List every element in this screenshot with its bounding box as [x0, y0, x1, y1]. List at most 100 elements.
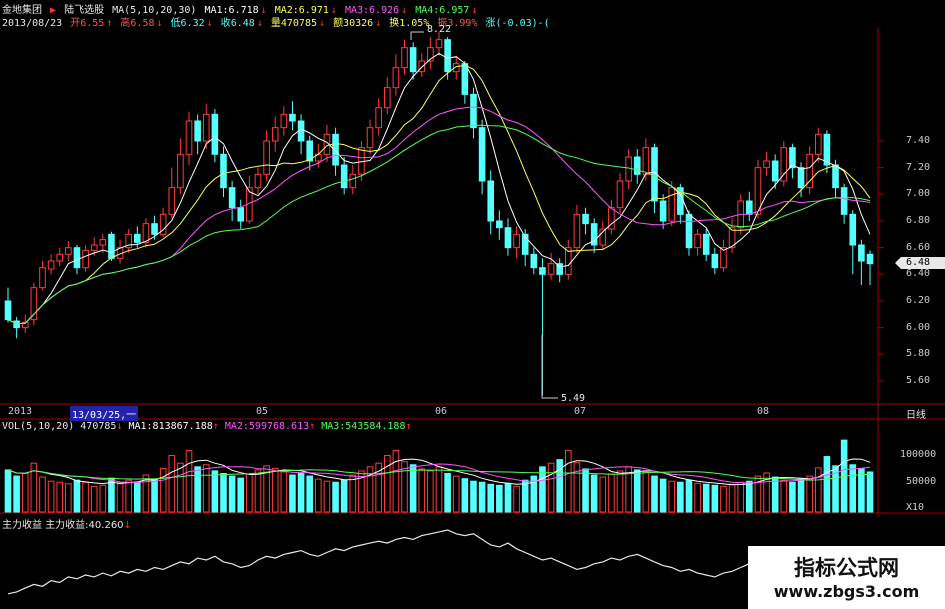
volume-bar[interactable]	[315, 478, 322, 513]
candle-body[interactable]	[435, 39, 443, 49]
volume-bar[interactable]	[13, 475, 20, 513]
volume-bar[interactable]	[306, 475, 314, 513]
volume-bar[interactable]	[271, 467, 279, 513]
volume-bar[interactable]	[694, 482, 701, 513]
candle-body[interactable]	[849, 213, 857, 246]
volume-bar[interactable]	[82, 481, 89, 513]
candle-body[interactable]	[185, 120, 193, 155]
volume-bar[interactable]	[280, 471, 288, 513]
candle-body[interactable]	[823, 133, 831, 166]
candle-body[interactable]	[375, 107, 382, 129]
candle-body[interactable]	[151, 223, 158, 235]
candle-body[interactable]	[573, 213, 581, 249]
volume-bar[interactable]	[194, 466, 201, 513]
volume-bar[interactable]	[211, 470, 219, 513]
volume-bar[interactable]	[133, 481, 141, 513]
candle-body[interactable]	[668, 187, 676, 222]
volume-bar[interactable]	[332, 481, 339, 513]
candle-body[interactable]	[470, 93, 477, 129]
candle-body[interactable]	[797, 167, 805, 189]
candle-body[interactable]	[685, 213, 693, 249]
candle-body[interactable]	[401, 47, 408, 69]
candle-body[interactable]	[228, 187, 236, 209]
volume-bar[interactable]	[642, 471, 650, 513]
candle-body[interactable]	[108, 233, 115, 259]
volume-bar[interactable]	[504, 482, 512, 513]
volume-bar[interactable]	[237, 477, 245, 513]
volume-bar[interactable]	[702, 483, 710, 513]
volume-bar[interactable]	[564, 449, 572, 513]
volume-bar[interactable]	[513, 485, 520, 513]
volume-bar[interactable]	[427, 470, 434, 513]
volume-bar[interactable]	[392, 449, 400, 513]
candle-body[interactable]	[383, 87, 391, 109]
candle-body[interactable]	[168, 187, 176, 215]
candle-body[interactable]	[496, 220, 503, 229]
candle-body[interactable]	[65, 247, 72, 255]
volume-bar[interactable]	[599, 476, 607, 513]
volume-bar[interactable]	[228, 475, 236, 513]
volume-bar[interactable]	[383, 455, 391, 513]
volume-bar[interactable]	[608, 473, 615, 513]
candle-body[interactable]	[659, 200, 667, 222]
volume-bar[interactable]	[590, 474, 598, 513]
volume-bar[interactable]	[289, 474, 296, 513]
candle-body[interactable]	[771, 160, 779, 182]
volume-bar[interactable]	[746, 480, 753, 513]
volume-bar[interactable]	[159, 467, 167, 513]
candle-body[interactable]	[694, 233, 701, 249]
volume-bar[interactable]	[582, 468, 589, 513]
candle-body[interactable]	[271, 127, 279, 142]
candlestick-series[interactable]	[4, 31, 874, 396]
volume-bar[interactable]	[496, 484, 503, 513]
candle-body[interactable]	[237, 207, 245, 222]
candle-body[interactable]	[616, 180, 624, 209]
candle-body[interactable]	[82, 249, 89, 269]
volume-bar[interactable]	[452, 475, 460, 513]
candle-body[interactable]	[409, 47, 417, 73]
volume-bar[interactable]	[573, 462, 581, 513]
candle-body[interactable]	[263, 140, 270, 175]
volume-bar[interactable]	[4, 469, 12, 513]
candle-body[interactable]	[220, 153, 227, 189]
candle-body[interactable]	[444, 39, 451, 73]
volume-bar[interactable]	[56, 481, 64, 513]
candle-body[interactable]	[746, 200, 753, 215]
volume-bar[interactable]	[470, 480, 477, 513]
volume-bar[interactable]	[487, 483, 495, 513]
volume-bar[interactable]	[547, 462, 555, 513]
volume-bar[interactable]	[73, 479, 81, 513]
volume-bars[interactable]	[4, 439, 874, 513]
candle-body[interactable]	[504, 227, 512, 249]
candle-body[interactable]	[280, 113, 288, 129]
time-cursor-label[interactable]: 13/03/25,一	[70, 406, 139, 421]
candle-body[interactable]	[418, 60, 426, 73]
volume-bar[interactable]	[177, 462, 184, 513]
candle-body[interactable]	[633, 156, 641, 175]
candle-body[interactable]	[99, 239, 107, 246]
volume-bar[interactable]	[521, 479, 529, 513]
volume-bar[interactable]	[616, 470, 624, 513]
candle-body[interactable]	[763, 160, 770, 169]
candle-body[interactable]	[547, 263, 555, 275]
volume-bar[interactable]	[797, 478, 805, 513]
volume-bar[interactable]	[99, 484, 107, 513]
volume-bar[interactable]	[47, 480, 55, 513]
candle-body[interactable]	[814, 133, 822, 155]
candle-body[interactable]	[349, 173, 357, 189]
candle-body[interactable]	[340, 164, 348, 189]
volume-bar[interactable]	[633, 469, 641, 513]
candle-body[interactable]	[487, 180, 495, 222]
candle-body[interactable]	[194, 120, 201, 142]
volume-bar[interactable]	[823, 456, 831, 513]
volume-bar[interactable]	[711, 484, 719, 513]
volume-bar[interactable]	[185, 449, 193, 513]
volume-bar[interactable]	[789, 481, 796, 513]
volume-bar[interactable]	[116, 483, 124, 513]
period-label[interactable]: 日线	[906, 406, 926, 421]
volume-bar[interactable]	[340, 479, 348, 513]
volume-bar[interactable]	[65, 483, 72, 513]
volume-bar[interactable]	[858, 468, 865, 513]
volume-bar[interactable]	[349, 474, 357, 513]
candle-body[interactable]	[866, 253, 874, 265]
